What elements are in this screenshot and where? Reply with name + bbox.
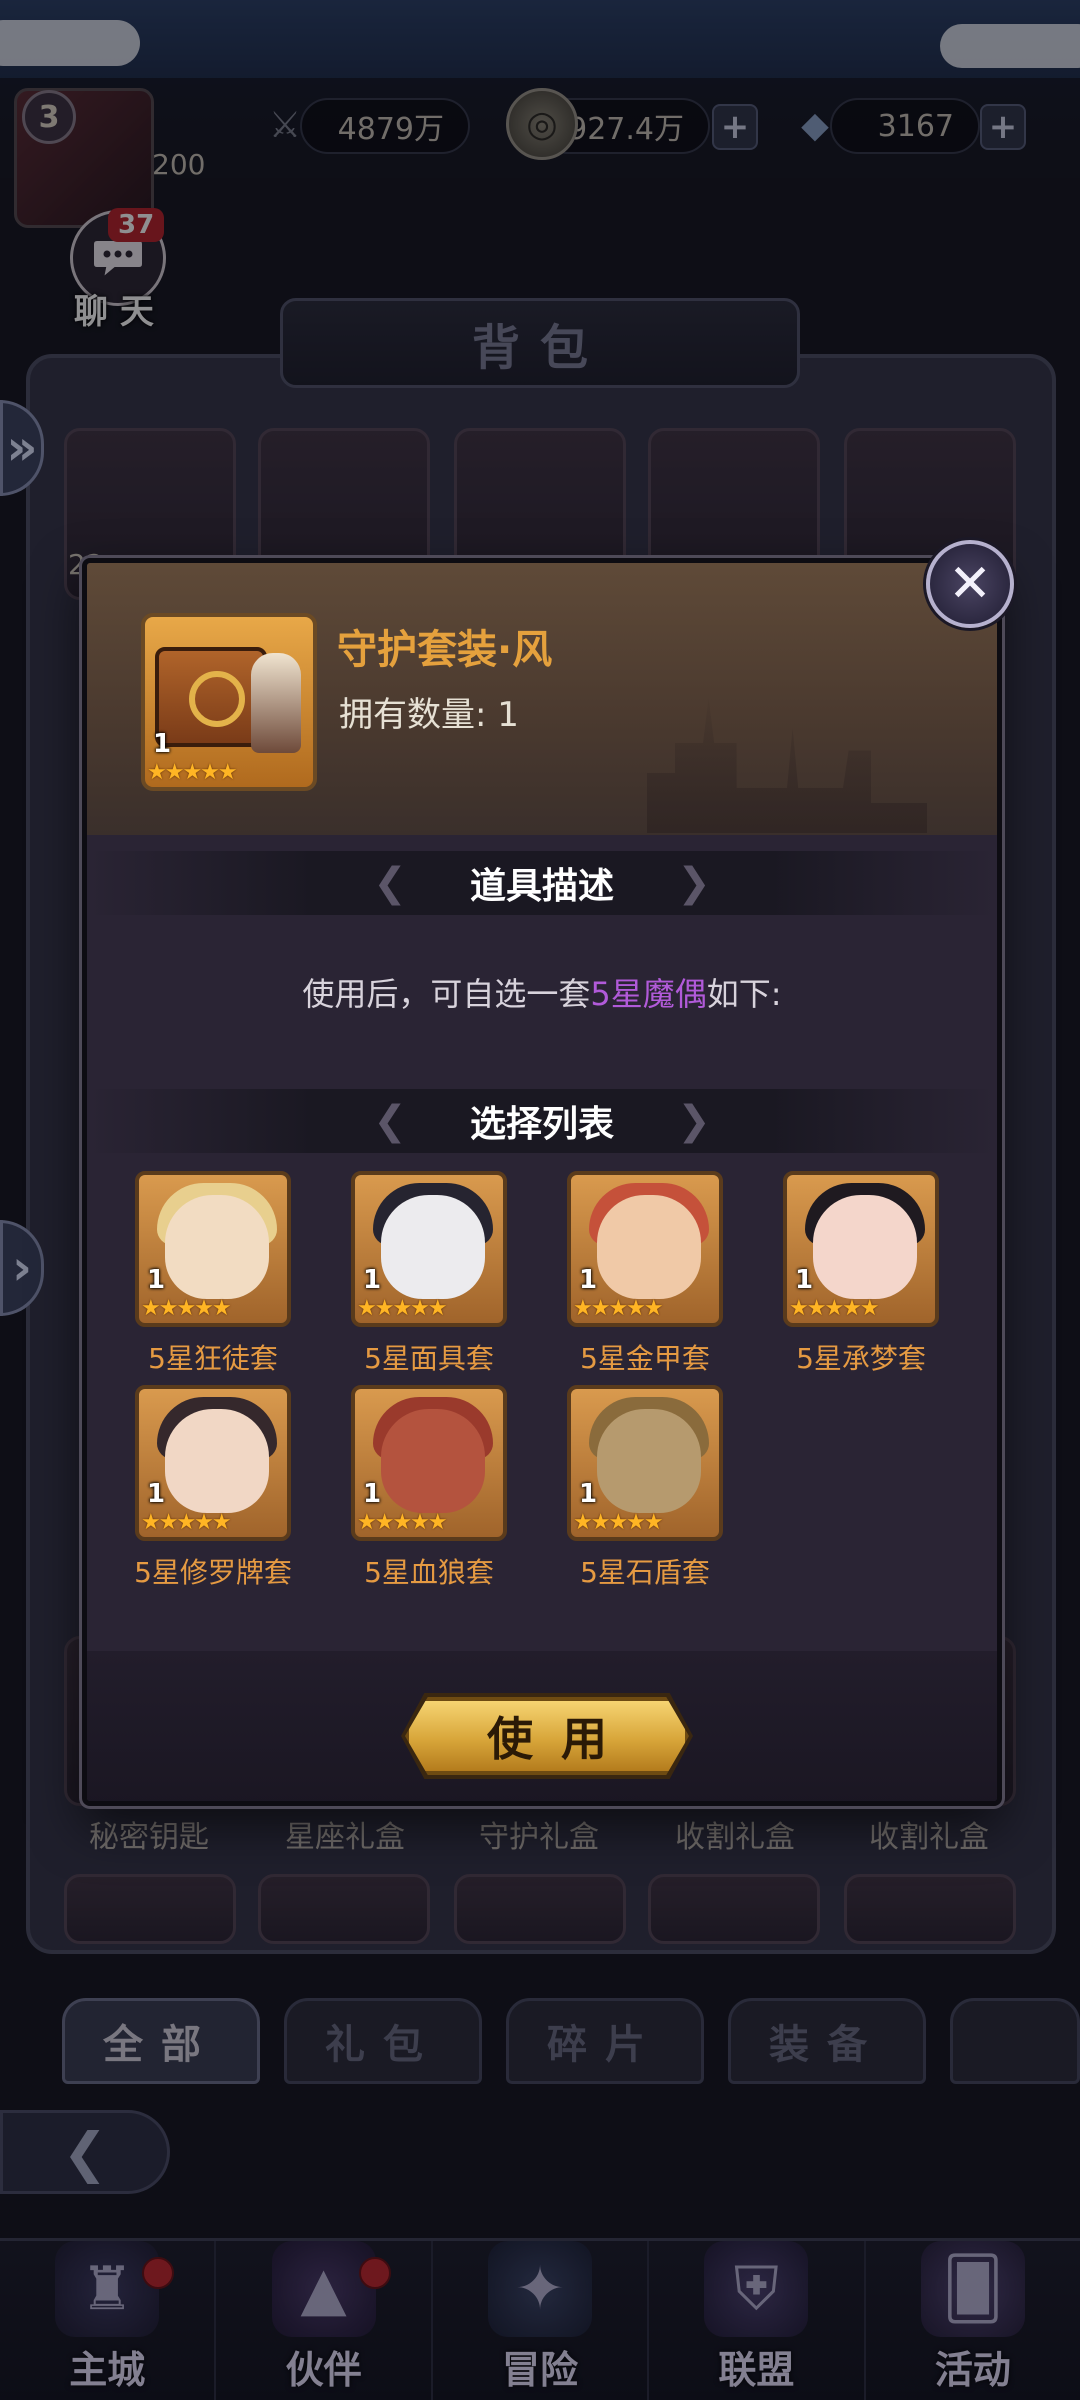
selection-list-title: 选择列表 [469, 1104, 614, 1145]
star-rating: ★★★★★ [789, 1296, 880, 1321]
option-count: 1 [147, 1265, 166, 1295]
option-label: 5星石盾套 [580, 1556, 710, 1589]
option-item[interactable]: 1 ★★★★★ [567, 1171, 723, 1327]
portrait-mask [381, 1195, 485, 1299]
selection-list-header: ❮ 选择列表 ❯ [87, 1089, 997, 1153]
portrait-face [597, 1195, 701, 1299]
star-rating: ★★★★★ [141, 1510, 232, 1535]
option-count: 1 [363, 1479, 382, 1509]
option-label: 5星修罗牌套 [134, 1556, 292, 1589]
option-label: 5星面具套 [364, 1342, 494, 1375]
description-text: 使用后，可自选一套5星魔偶如下: [87, 969, 997, 1015]
ornament-right-icon: ❯ [677, 1098, 711, 1144]
ornament-right-icon: ❯ [677, 860, 711, 906]
close-modal-button[interactable]: ✕ [926, 540, 1014, 628]
option-label: 5星狂徒套 [148, 1342, 278, 1375]
close-icon: ✕ [948, 554, 992, 614]
option-count: 1 [579, 1479, 598, 1509]
star-rating: ★★★★★ [141, 1296, 232, 1321]
option-label: 5星血狼套 [364, 1556, 494, 1589]
star-rating: ★★★★★ [357, 1296, 448, 1321]
description-suffix: 如下: [706, 975, 782, 1013]
description-highlight: 5星魔偶 [590, 975, 707, 1013]
use-button[interactable]: 使用 [405, 1697, 689, 1775]
item-detail-modal: 1 ★★★★★ 守护套装·风 拥有数量: 1 ❮ 道具描述 ❯ 使用后，可自选一… [82, 558, 1002, 1806]
portrait-face [165, 1409, 269, 1513]
owned-quantity: 拥有数量: 1 [339, 695, 519, 735]
option-item[interactable]: 1 ★★★★★ [567, 1385, 723, 1541]
item-name: 守护套装·风 [337, 627, 553, 673]
description-title: 道具描述 [469, 866, 614, 907]
star-rating: ★★★★★ [357, 1510, 448, 1535]
puppet-figure-icon [251, 653, 301, 753]
option-item[interactable]: 1 ★★★★★ [351, 1385, 507, 1541]
star-rating: ★★★★★ [573, 1296, 664, 1321]
option-label: 5星金甲套 [580, 1342, 710, 1375]
option-count: 1 [363, 1265, 382, 1295]
ornament-left-icon: ❮ [373, 1098, 407, 1144]
option-count: 1 [795, 1265, 814, 1295]
portrait-face [165, 1195, 269, 1299]
description-header: ❮ 道具描述 ❯ [87, 851, 997, 915]
description-prefix: 使用后，可自选一套 [302, 975, 591, 1013]
option-item[interactable]: 1 ★★★★★ [351, 1171, 507, 1327]
option-count: 1 [579, 1265, 598, 1295]
option-count: 1 [147, 1479, 166, 1509]
item-count: 1 [153, 729, 172, 759]
ornament-left-icon: ❮ [373, 860, 407, 906]
option-item[interactable]: 1 ★★★★★ [135, 1171, 291, 1327]
option-item[interactable]: 1 ★★★★★ [135, 1385, 291, 1541]
portrait-face [813, 1195, 917, 1299]
option-label: 5星承梦套 [796, 1342, 926, 1375]
option-item[interactable]: 1 ★★★★★ [783, 1171, 939, 1327]
item-icon: 1 ★★★★★ [141, 613, 317, 791]
portrait-monster [597, 1409, 701, 1513]
star-rating: ★★★★★ [147, 760, 238, 785]
star-rating: ★★★★★ [573, 1510, 664, 1535]
portrait-wolf [381, 1409, 485, 1513]
